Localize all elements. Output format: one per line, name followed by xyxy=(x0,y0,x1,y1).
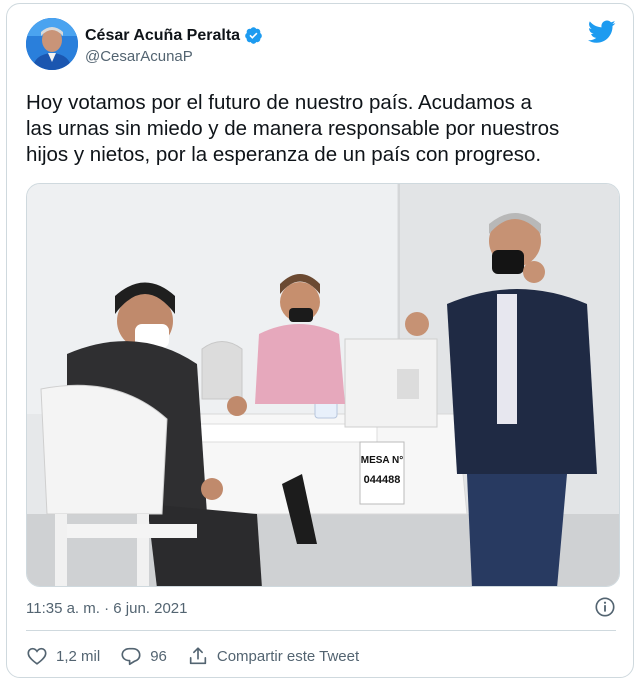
share-button[interactable]: Compartir este Tweet xyxy=(187,645,359,667)
author-handle[interactable]: @CesarAcunaP xyxy=(85,48,193,65)
tweet-text: Hoy votamos por el futuro de nuestro paí… xyxy=(26,91,560,166)
mesa-sign-number: 044488 xyxy=(364,474,401,486)
share-icon xyxy=(189,647,207,665)
divider xyxy=(26,630,616,631)
info-icon[interactable] xyxy=(594,596,616,618)
reply-count: 96 xyxy=(150,647,167,665)
tweet-actions: 1,2 mil 96 Compartir este Tweet xyxy=(26,644,379,668)
heart-icon xyxy=(27,647,47,665)
tweet-photo[interactable]: MESA N° 044488 xyxy=(26,183,620,587)
verified-badge-icon xyxy=(245,27,262,44)
share-label: Compartir este Tweet xyxy=(216,647,360,665)
like-button[interactable]: 1,2 mil xyxy=(26,645,100,667)
avatar[interactable] xyxy=(26,18,78,70)
author-name[interactable]: César Acuña Peralta xyxy=(85,26,263,45)
twitter-bird-icon[interactable] xyxy=(588,20,616,44)
tweet-timestamp[interactable]: 11:35 a. m. · 6 jun. 2021 xyxy=(26,600,188,617)
mesa-sign-label: MESA N° xyxy=(361,455,404,466)
reply-icon xyxy=(121,647,141,666)
author-name-text[interactable]: César Acuña Peralta xyxy=(85,27,240,45)
tweet-header: César Acuña Peralta @CesarAcunaP xyxy=(26,18,616,74)
like-count: 1,2 mil xyxy=(56,647,101,665)
tweet-card: César Acuña Peralta @CesarAcunaP Hoy vot… xyxy=(6,3,634,678)
reply-button[interactable]: 96 xyxy=(120,645,167,667)
